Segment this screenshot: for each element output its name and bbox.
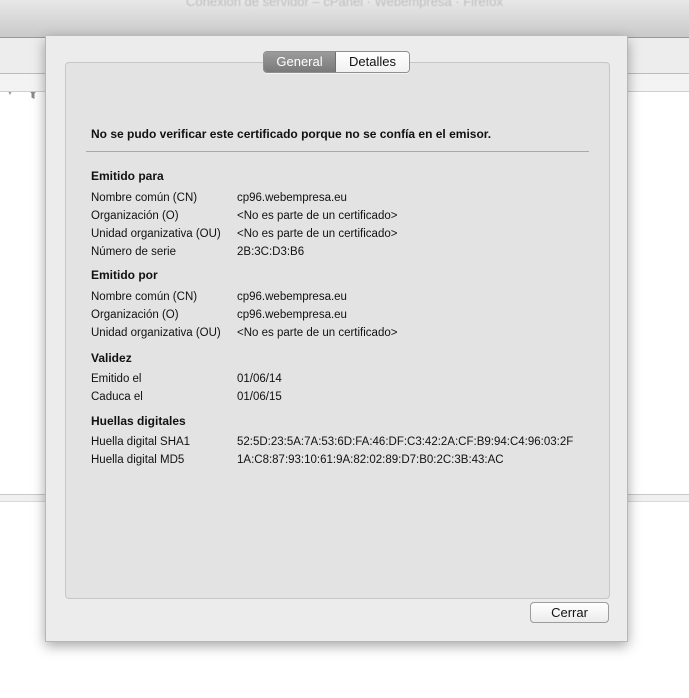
background-window-title: Conexión de servidor – cPanel · Webempre… [186, 0, 503, 9]
field-value: <No es parte de un certificado> [237, 210, 398, 222]
field-label: Nombre común (CN) [91, 291, 198, 303]
background-titlebar: Conexión de servidor – cPanel · Webempre… [0, 0, 689, 38]
field-label: Nombre común (CN) [91, 192, 198, 204]
cert-row: Caduca el 01/06/15 [91, 391, 282, 403]
close-button[interactable]: Cerrar [530, 602, 609, 623]
cert-row: Huella digital SHA1 52:5D:23:5A:7A:53:6D… [91, 436, 573, 448]
divider [86, 151, 589, 152]
section-title-validity: Validez [91, 351, 132, 365]
certificate-viewer-sheet: General Detalles No se pudo verificar es… [45, 36, 628, 642]
field-label: Huella digital MD5 [91, 454, 185, 466]
field-label: Caduca el [91, 391, 143, 403]
cert-row: Organización (O) cp96.webempresa.eu [91, 309, 347, 321]
certificate-panel: No se pudo verificar este certificado po… [65, 62, 610, 599]
verification-warning: No se pudo verificar este certificado po… [91, 127, 492, 141]
field-value: <No es parte de un certificado> [237, 228, 398, 240]
tab-detalles[interactable]: Detalles [336, 52, 409, 72]
tab-general[interactable]: General [264, 52, 336, 72]
field-value: cp96.webempresa.eu [237, 192, 347, 204]
cert-row: Huella digital MD5 1A:C8:87:93:10:61:9A:… [91, 454, 504, 466]
field-value: 2B:3C:D3:B6 [237, 246, 305, 258]
field-value: 01/06/15 [237, 391, 282, 403]
field-label: Número de serie [91, 246, 177, 258]
section-title-fingerprints: Huellas digitales [91, 414, 186, 428]
field-value: cp96.webempresa.eu [237, 309, 347, 321]
field-label: Emitido el [91, 373, 142, 385]
cert-row: Unidad organizativa (OU) <No es parte de… [91, 327, 397, 339]
field-label: Organización (O) [91, 309, 179, 321]
cert-row: Emitido el 01/06/14 [91, 373, 282, 385]
field-value: <No es parte de un certificado> [237, 327, 398, 339]
cert-row: Nombre común (CN) cp96.webempresa.eu [91, 192, 347, 204]
field-label: Huella digital SHA1 [91, 436, 191, 448]
cert-row: Organización (O) <No es parte de un cert… [91, 210, 397, 222]
field-label: Unidad organizativa (OU) [91, 327, 221, 339]
cert-row: Nombre común (CN) cp96.webempresa.eu [91, 291, 347, 303]
field-value: 1A:C8:87:93:10:61:9A:82:02:89:D7:B0:2C:3… [237, 454, 504, 466]
tab-bar: General Detalles [263, 51, 410, 73]
section-title-issued-to: Emitido para [91, 169, 164, 183]
field-label: Unidad organizativa (OU) [91, 228, 221, 240]
field-value: 52:5D:23:5A:7A:53:6D:FA:46:DF:C3:42:2A:C… [237, 436, 574, 448]
field-label: Organización (O) [91, 210, 179, 222]
section-title-issued-by: Emitido por [91, 268, 158, 282]
cert-row: Número de serie 2B:3C:D3:B6 [91, 246, 304, 258]
field-value: 01/06/14 [237, 373, 282, 385]
field-value: cp96.webempresa.eu [237, 291, 347, 303]
cert-row: Unidad organizativa (OU) <No es parte de… [91, 228, 397, 240]
